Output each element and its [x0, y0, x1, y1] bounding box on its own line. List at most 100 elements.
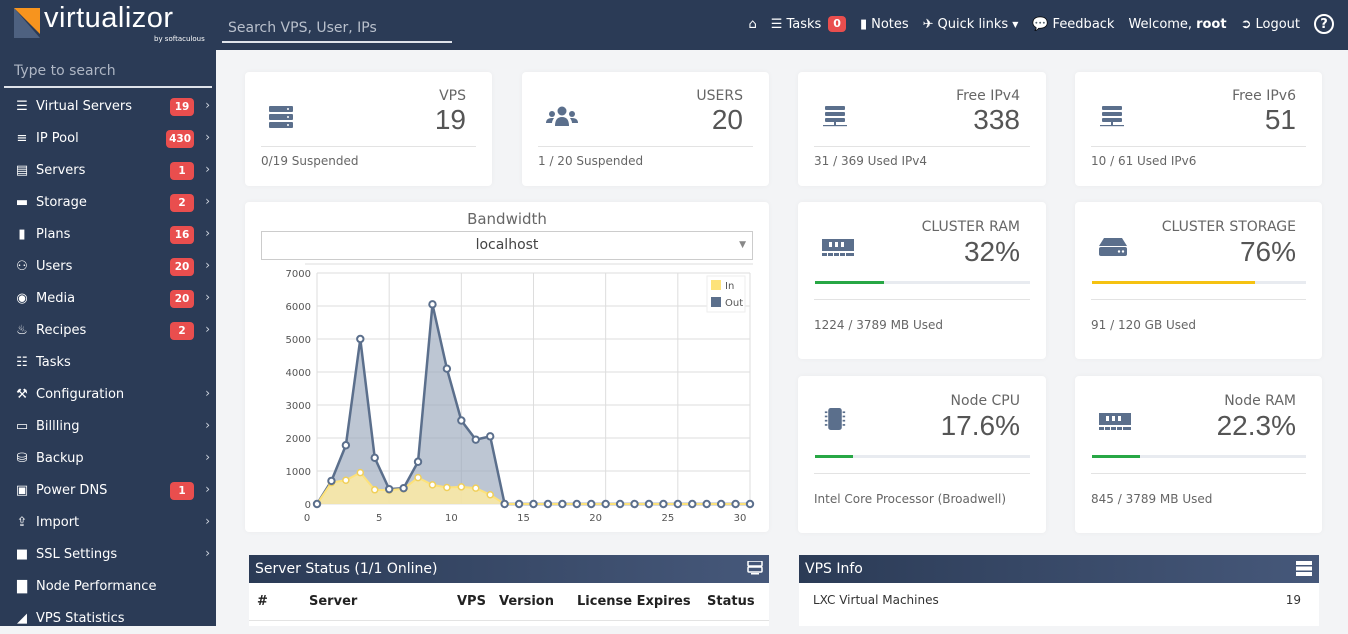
out-data-point — [601, 499, 610, 509]
logout-label: Logout — [1255, 16, 1300, 32]
out-data-point — [500, 499, 509, 509]
out-data-point — [370, 453, 379, 463]
stat-title: Free IPv4 — [956, 88, 1020, 104]
legend-swatch-in — [711, 280, 721, 290]
sidebar-item-ip-pool[interactable]: ≡ IP Pool 430 › — [0, 122, 216, 154]
sidebar-item-virtual-servers[interactable]: ☰ Virtual Servers 19 › — [0, 90, 216, 122]
lock-icon: ■ — [15, 546, 29, 562]
help-icon[interactable]: ? — [1314, 14, 1334, 34]
count-badge: 16 — [170, 226, 194, 244]
database-icon: ⛁ — [16, 450, 28, 466]
sidebar-item-power-dns[interactable]: ▣ Power DNS 1 › — [0, 474, 216, 506]
server-status-title: Server Status (1/1 Online) — [255, 561, 438, 577]
column-header[interactable]: VPS — [457, 594, 499, 609]
home-link[interactable]: ⌂ — [749, 17, 757, 32]
sidebar-item-users[interactable]: ⚇ Users 20 › — [0, 250, 216, 282]
top-nav-links: ⌂ ☰ Tasks 0 ▮ Notes ✈ Quick links ▼ 💬 Feedback… — [749, 14, 1334, 34]
cluster-ram-card[interactable]: CLUSTER RAM 32% 1224 / 3789 MB Used — [798, 202, 1046, 359]
sidebar-item-configuration[interactable]: ⚒ Configuration › — [0, 378, 216, 410]
logout-link[interactable]: ➲ Logout — [1241, 17, 1300, 32]
global-search-input[interactable] — [222, 14, 452, 43]
sidebar-item-label: Virtual Servers — [36, 98, 133, 114]
sidebar-item-vps-statistics[interactable]: ◢ VPS Statistics — [0, 602, 216, 634]
node-cpu-card[interactable]: Node CPU 17.6% Intel Core Processor (Bro… — [798, 376, 1046, 533]
in-data-point — [342, 476, 350, 484]
sidebar-item-node-performance[interactable]: ▇ Node Performance — [0, 570, 216, 602]
out-data-point — [327, 476, 336, 486]
divider — [1091, 299, 1306, 300]
sidebar-item-recipes[interactable]: ♨ Recipes 2 › — [0, 314, 216, 346]
stat-value: 22.3% — [1216, 410, 1296, 441]
x-tick-label: 10 — [445, 513, 458, 524]
chevron-right-icon: › — [205, 130, 210, 144]
sidebar: ☰ Virtual Servers 19 › ≡ IP Pool 430 › ▤ Servers 1… — [0, 50, 216, 626]
vps-info-panel: VPS Info LXC Virtual Machines 19 — [799, 555, 1319, 626]
sidebar-item-ssl-settings[interactable]: ■ SSL Settings › — [0, 538, 216, 570]
divider — [814, 299, 1030, 300]
x-tick-label: 20 — [589, 513, 602, 524]
out-data-point — [716, 499, 726, 509]
row-value: 19 — [1285, 593, 1301, 607]
progress-fill — [1092, 455, 1140, 458]
list-icon[interactable] — [1295, 561, 1313, 576]
cluster-storage-progress — [1092, 281, 1306, 284]
stat-footer: 0/19 Suspended — [261, 154, 359, 168]
sidebar-item-media[interactable]: ◉ Media 20 › — [0, 282, 216, 314]
count-badge: 2 — [170, 322, 194, 340]
sidebar-item-billling[interactable]: ▭ Billling › — [0, 410, 216, 442]
sidebar-item-plans[interactable]: ▮ Plans 16 › — [0, 218, 216, 250]
sidebar-item-import[interactable]: ⇪ Import › — [0, 506, 216, 538]
column-header[interactable]: Version — [499, 594, 577, 609]
vps-stat-card[interactable]: VPS 19 0/19 Suspended — [245, 72, 492, 186]
bandwidth-chart: 0 1000 2000 3000 4000 5000 6000 7000 0 5 10 15 20 25 3… — [286, 263, 755, 524]
x-tick-label: 30 — [734, 513, 747, 524]
stat-title: USERS — [696, 88, 743, 104]
server-icon[interactable] — [747, 561, 763, 576]
stat-title: Node RAM — [1224, 393, 1296, 409]
column-header[interactable]: Server — [309, 594, 457, 609]
sidebar-search-input[interactable] — [4, 56, 212, 88]
quick-links-dropdown[interactable]: ✈ Quick links ▼ — [923, 17, 1019, 32]
count-badge: 19 — [170, 98, 194, 116]
users-icon — [546, 106, 578, 126]
free-ipv6-stat-card[interactable]: Free IPv6 51 10 / 61 Used IPv6 — [1075, 72, 1322, 186]
stat-value: 51 — [1264, 104, 1296, 135]
sidebar-item-backup[interactable]: ⛁ Backup › — [0, 442, 216, 474]
y-tick-label: 3000 — [286, 401, 311, 412]
progress-fill — [815, 455, 853, 458]
server-status-header: Server Status (1/1 Online) — [249, 555, 769, 583]
users-icon: ⚇ — [16, 258, 28, 274]
column-header[interactable]: # — [249, 594, 309, 609]
top-navbar: virtualizor by softaculous ⌂ ☰Tasks 0 ▮No… — [0, 0, 1348, 50]
node-ram-card[interactable]: Node RAM 22.3% 845 / 3789 MB Used — [1075, 376, 1322, 533]
free-ipv4-stat-card[interactable]: Free IPv4 338 31 / 369 Used IPv4 — [798, 72, 1046, 186]
sidebar-menu: ☰ Virtual Servers 19 › ≡ IP Pool 430 › ▤ Servers 1… — [0, 90, 216, 634]
notes-link[interactable]: ▮ Notes — [860, 17, 909, 32]
tasks-icon: ☷ — [16, 354, 28, 370]
column-header[interactable]: Status — [707, 594, 769, 609]
feedback-link[interactable]: 💬 Feedback — [1032, 17, 1114, 32]
logout-icon: ➲ — [1240, 16, 1252, 32]
cluster-storage-card[interactable]: CLUSTER STORAGE 76% 91 / 120 GB Used — [1075, 202, 1322, 359]
tasks-link[interactable]: ☰ Tasks 0 — [771, 16, 846, 32]
tasks-count-badge: 0 — [828, 16, 846, 32]
legend-label-out: Out — [725, 298, 743, 309]
column-header[interactable]: License Expires — [577, 594, 707, 609]
stat-value: 76% — [1239, 236, 1296, 267]
users-stat-card[interactable]: USERS 20 1 / 20 Suspended — [522, 72, 769, 186]
sidebar-item-tasks[interactable]: ☷ Tasks — [0, 346, 216, 378]
virtualizor-logo[interactable]: virtualizor by softaculous — [10, 2, 210, 46]
sidebar-item-servers[interactable]: ▤ Servers 1 › — [0, 154, 216, 186]
y-tick-label: 5000 — [286, 335, 311, 346]
logo-mark-accent-icon — [14, 8, 40, 34]
plane-icon: ✈ — [922, 16, 934, 32]
welcome-text: Welcome, root — [1128, 17, 1226, 32]
cpu-icon — [824, 408, 846, 430]
sidebar-item-label: Servers — [36, 162, 86, 178]
divider — [538, 146, 753, 147]
out-data-point — [384, 484, 394, 494]
out-data-point — [457, 416, 466, 425]
sidebar-item-label: Tasks — [36, 354, 71, 370]
out-data-point — [341, 441, 351, 450]
sidebar-item-storage[interactable]: ▬ Storage 2 › — [0, 186, 216, 218]
